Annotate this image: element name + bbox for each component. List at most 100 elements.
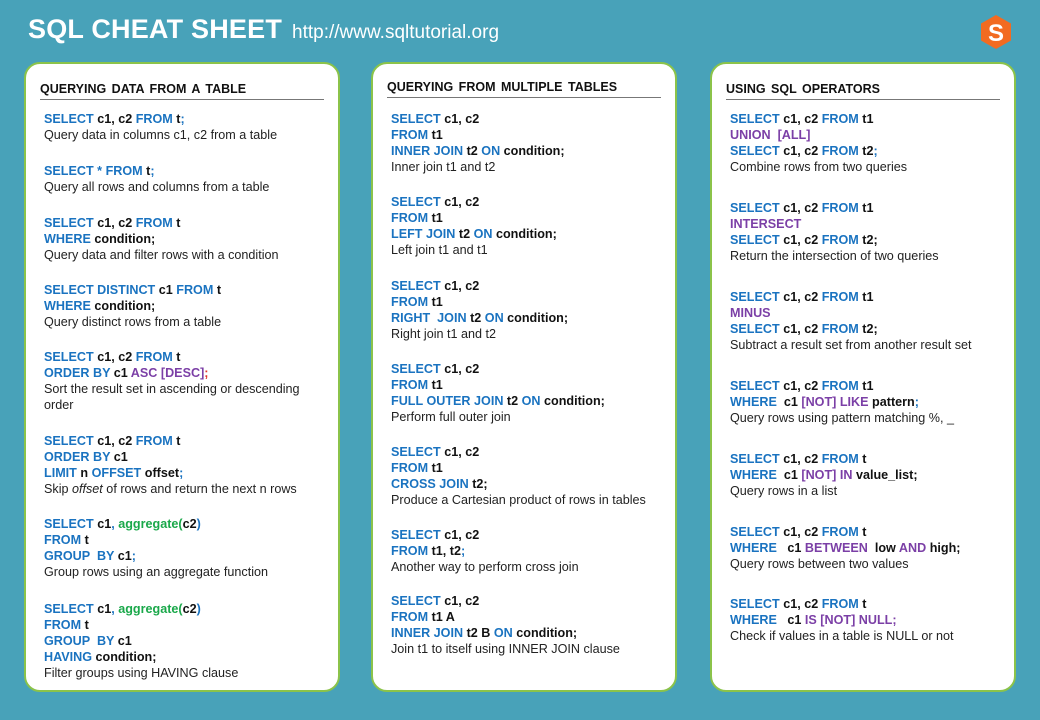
sql-code-line: SELECT c1, c2 FROM t [44,215,328,231]
sql-code-line: SELECT c1, c2 [391,527,665,543]
sql-keyword: SELECT [391,445,445,459]
sql-identifier: c1, c2 [97,434,136,448]
panel-title: QUERYING FROM MULTIPLE TABLES [387,80,661,98]
sql-keyword: FROM [44,533,85,547]
sql-keyword: FROM [391,610,432,624]
sql-description: Query data in columns c1, c2 from a tabl… [44,128,278,142]
site-url[interactable]: http://www.sqltutorial.org [292,22,499,44]
sql-identifier: c1, c2 [783,452,822,466]
sql-code-line: SELECT c1, c2 FROM t2; [730,232,1004,248]
sql-keyword: FROM [821,525,863,539]
sql-keyword: SELECT [391,112,445,126]
sql-identifier: t2; [862,233,878,247]
sql-identifier: condition; [507,311,569,325]
sql-identifier: condition; [95,650,157,664]
sql-identifier: t [84,533,89,547]
sql-code-line: CROSS JOIN t2; [391,476,665,492]
sql-keyword: SELECT [391,594,445,608]
sql-identifier: t1 [431,211,443,225]
sql-keyword: FROM [135,112,177,126]
sql-entry: SELECT c1, aggregate(c2) FROM t GROUP BY c… [44,516,328,580]
sql-code-line: HAVING condition; [44,649,328,665]
sql-keyword: SELECT [730,112,784,126]
sql-code-line: FROM t1 [391,460,665,476]
sql-description: Another way to perform cross join [391,560,579,574]
sql-identifier: c1 [97,517,112,531]
sql-keyword: SELECT [44,434,98,448]
sql-entry: SELECT c1, c2 FROM t1 LEFT JOIN t2 ON cond… [391,194,665,258]
sql-keyword: FROM [821,379,863,393]
sql-code-line: FROM t [44,617,328,633]
sql-entry: SELECT c1, c2 FROM t WHERE c1 IS [NOT] NU… [730,596,1004,644]
sql-identifier: c1, c2 [783,379,822,393]
sql-keyword: SELECT [730,322,784,336]
sql-identifier: offset [144,466,180,480]
sql-operator: MINUS [730,306,771,320]
sql-keyword: HAVING [44,650,96,664]
sql-description: Skip offset of rows and return the next … [44,481,328,497]
sql-identifier: t [176,434,181,448]
sql-description: Return the intersection of two queries [730,249,939,263]
sql-identifier: t [216,283,222,297]
sql-keyword: SELECT * FROM [44,164,147,178]
page-header: SQL CHEAT SHEET http://www.sqltutorial.o… [28,14,499,45]
sql-keyword: ; [150,164,155,178]
sql-entry: SELECT c1, c2 FROM t1 UNION [ALL] SELECT c… [730,111,1004,175]
sql-keyword: FROM [176,283,217,297]
sql-code-line: FROM t1, t2; [391,543,665,559]
sql-keyword: CROSS JOIN [391,477,473,491]
sql-description: Query rows between two values [730,557,909,571]
sql-entry: SELECT c1, c2 FROM t1 INNER JOIN t2 ON con… [391,111,665,175]
sql-code-line: RIGHT JOIN t2 ON condition; [391,310,665,326]
sql-code-line: ORDER BY c1 ASC [DESC]; [44,365,328,381]
sql-keyword: WHERE [44,232,95,246]
desc-emphasis: offset [72,482,103,496]
sql-keyword: FROM [821,201,863,215]
sql-function: aggregate( [118,517,183,531]
sql-code-line: GROUP BY c1; [44,548,328,564]
sql-identifier: c1 [787,613,805,627]
sql-description: Group rows using an aggregate function [44,565,269,579]
sql-description: Filter groups using HAVING clause [44,666,239,680]
sql-identifier: t2 [506,394,522,408]
sql-identifier: t [84,618,89,632]
sql-keyword: SELECT [391,528,445,542]
sql-keyword: INNER JOIN [391,626,467,640]
sql-keyword: FROM [135,434,177,448]
sql-keyword: ORDER BY [44,450,114,464]
sql-keyword: SELECT [391,362,445,376]
sql-identifier: c1, c2 [783,290,822,304]
sql-code-line: SELECT c1, c2 FROM t1 [730,378,1004,394]
panel-title: USING SQL OPERATORS [726,82,1000,100]
sql-keyword: SELECT [44,517,98,531]
sql-keyword: FROM [44,618,85,632]
sql-keyword: RIGHT JOIN [391,311,471,325]
sql-identifier: t2 [466,144,482,158]
sql-description: Query data and filter rows with a condit… [44,248,279,262]
sql-identifier: c1 [117,549,132,563]
sql-identifier: c1, c2 [444,112,480,126]
sql-code-line: SELECT c1, c2 [391,278,665,294]
sql-entry: SELECT c1, c2 FROM t WHERE c1 BETWEEN low… [730,524,1004,572]
sql-keyword: LIMIT [44,466,81,480]
sql-entry: SELECT c1, c2 FROM t WHERE c1 [NOT] IN va… [730,451,1004,499]
sql-identifier: n [80,466,92,480]
sql-identifier: t [862,597,867,611]
sql-code-line: SELECT c1, c2 [391,444,665,460]
sql-identifier: t1 [431,128,443,142]
sql-keyword: FROM [135,350,177,364]
sql-identifier: t1 [862,112,874,126]
sql-code-line: FROM t1 [391,210,665,226]
sql-function: aggregate( [118,602,183,616]
sql-code-line: SELECT c1, c2 FROM t1 [730,289,1004,305]
sql-identifier: c1 [97,602,112,616]
sql-identifier: value_list; [855,468,918,482]
sql-code-line: LIMIT n OFFSET offset; [44,465,328,481]
sql-identifier: low [871,541,899,555]
sql-code-line: SELECT DISTINCT c1 FROM t [44,282,328,298]
sql-keyword: ; [131,549,136,563]
sql-keyword: ON [484,311,508,325]
sql-code-line: SELECT c1, c2 [391,361,665,377]
sql-code-line: SELECT * FROM t; [44,163,328,179]
sql-operator: AND [898,541,930,555]
